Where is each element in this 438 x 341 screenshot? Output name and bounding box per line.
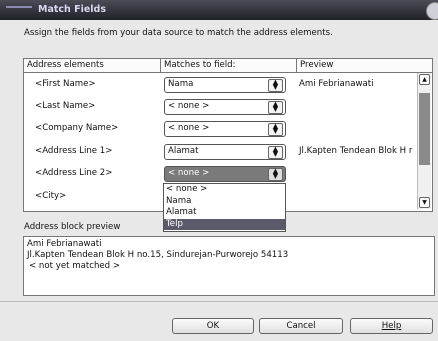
element-label: <Address Line 1> xyxy=(35,146,113,156)
address-block-label: Address block preview xyxy=(24,222,121,232)
match-field-select[interactable]: Nama ▲ ▼ xyxy=(164,77,286,93)
instruction-text: Assign the fields from your data source … xyxy=(24,28,333,38)
preview-cell: Jl.Kapten Tendean Blok H r xyxy=(299,146,413,156)
element-label: <Address Line 2> xyxy=(35,168,113,178)
chevron-up-icon[interactable]: ▲ xyxy=(419,74,430,85)
match-field-select[interactable]: < none > ▲ ▼ xyxy=(164,121,286,137)
select-value: < none > xyxy=(168,168,210,178)
preview-line: Jl.Kapten Tendean Blok H no.15, Sindurej… xyxy=(27,250,289,260)
grid-row: <Address Line 1> Alamat ▲ ▼ Jl.Kapten Ten… xyxy=(24,141,416,163)
select-value: < none > xyxy=(168,101,210,111)
scrollbar-thumb[interactable] xyxy=(419,93,430,165)
close-icon[interactable] xyxy=(426,2,438,20)
grid-row: <Last Name> < none > ▲ ▼ xyxy=(24,96,416,118)
dialog-title: Match Fields xyxy=(38,4,107,15)
grid-row: <First Name> Nama ▲ ▼ Ami Febrianawati xyxy=(24,74,416,96)
title-bar: Match Fields xyxy=(0,0,438,20)
dropdown-option[interactable]: Nama xyxy=(164,196,285,208)
divider xyxy=(0,301,438,302)
element-label: <Company Name> xyxy=(35,123,119,133)
address-block-preview: Ami Febrianawati Jl.Kapten Tendean Blok … xyxy=(23,236,435,296)
updown-arrows-icon: ▲ ▼ xyxy=(268,101,283,114)
select-value: Alamat xyxy=(168,146,199,156)
element-label: <City> xyxy=(35,191,67,201)
ok-button[interactable]: OK xyxy=(172,318,254,334)
preview-line: < not yet matched > xyxy=(29,261,121,271)
match-field-select-open[interactable]: < none > ▲ ▼ xyxy=(164,166,286,182)
header-address-elements: Address elements xyxy=(24,59,161,73)
select-value: < none > xyxy=(168,123,210,133)
updown-arrows-icon: ▲ ▼ xyxy=(268,168,283,181)
updown-arrows-icon: ▲ ▼ xyxy=(268,123,283,136)
dropdown-option[interactable]: Alamat xyxy=(164,207,285,219)
match-field-select[interactable]: < none > ▲ ▼ xyxy=(164,99,286,115)
header-matches-to-field: Matches to field: xyxy=(161,59,297,73)
vertical-scrollbar[interactable]: ▲ ▼ xyxy=(417,73,431,209)
cancel-button[interactable]: Cancel xyxy=(259,318,343,334)
grid-row: <Company Name> < none > ▲ ▼ xyxy=(24,118,416,140)
grid-row: <Address Line 2> < none > ▲ ▼ xyxy=(24,163,416,185)
element-label: <Last Name> xyxy=(35,101,96,111)
preview-cell: Ami Febrianawati xyxy=(299,79,374,89)
updown-arrows-icon: ▲ ▼ xyxy=(268,79,283,92)
select-value: Nama xyxy=(168,79,194,89)
window-menu-icon[interactable] xyxy=(6,6,32,8)
help-button[interactable]: Help xyxy=(350,318,433,334)
chevron-down-icon[interactable]: ▼ xyxy=(419,197,430,208)
header-preview: Preview xyxy=(297,59,432,73)
match-field-dropdown-list: < none > Nama Alamat Telp xyxy=(163,183,286,232)
match-field-select[interactable]: Alamat ▲ ▼ xyxy=(164,144,286,160)
updown-arrows-icon: ▲ ▼ xyxy=(268,146,283,159)
element-label: <First Name> xyxy=(35,79,96,89)
dropdown-option[interactable]: < none > xyxy=(164,184,285,196)
preview-line: Ami Febrianawati xyxy=(27,239,102,249)
dropdown-option-highlighted[interactable]: Telp xyxy=(164,218,285,230)
